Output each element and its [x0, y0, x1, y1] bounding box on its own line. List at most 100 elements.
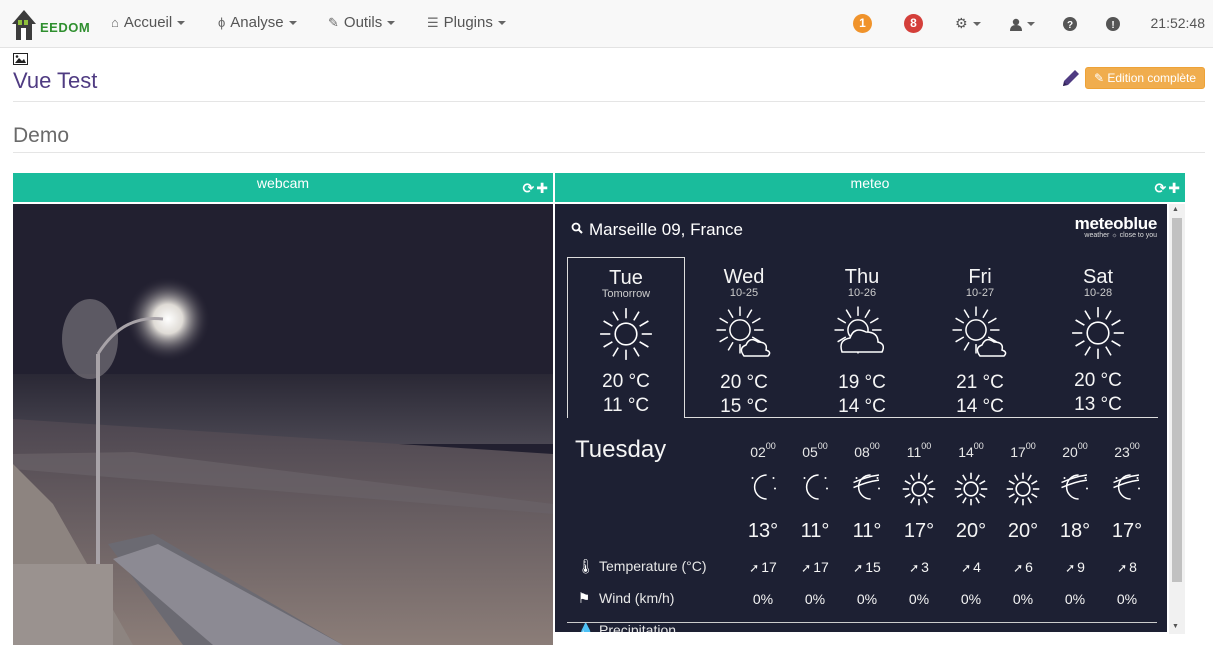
- hour-wind-value: 6: [1025, 559, 1033, 575]
- hour-wind-value: 9: [1077, 559, 1085, 575]
- hour-prec-value: 0%: [1012, 591, 1034, 607]
- hour-precipitation: 0%: [1053, 591, 1097, 607]
- menu-accueil[interactable]: ⌂ Accueil: [111, 0, 186, 46]
- thermometer-icon: 🌡: [577, 558, 595, 574]
- hour-precipitation: 0%: [845, 591, 889, 607]
- svg-text:!: !: [1111, 20, 1114, 31]
- hour-value: 14: [958, 444, 974, 460]
- notification-badge-error[interactable]: 8: [904, 14, 923, 33]
- day-name: Fri: [968, 266, 992, 288]
- refresh-icon[interactable]: ⟳: [1155, 178, 1167, 198]
- webcam-image[interactable]: [13, 204, 553, 645]
- hour-value: 02: [750, 444, 766, 460]
- help-button[interactable]: ?: [1063, 13, 1077, 33]
- pencil-icon[interactable]: [1060, 67, 1082, 89]
- wind-arrow-icon: ➚: [801, 561, 812, 575]
- minute-value: 00: [1129, 441, 1140, 451]
- day-max-temp: 20 °C: [602, 371, 650, 392]
- day-max-temp: 20 °C: [1074, 370, 1122, 391]
- location[interactable]: Marseille 09, France: [571, 220, 743, 240]
- hour-value: 11: [906, 444, 922, 460]
- hour-wind-value: 4: [973, 559, 981, 575]
- hour-temp-value: 17°: [1111, 520, 1143, 542]
- wind-arrow-icon: ➚: [909, 561, 920, 575]
- hour-wind-value: 17: [761, 559, 777, 575]
- hour-temperature: 17°: [897, 520, 941, 543]
- webcam-widget: webcam ⟳ ✚: [13, 173, 553, 645]
- webcam-widget-header: webcam ⟳ ✚: [13, 173, 553, 202]
- hour-temp-value: 20°: [1007, 520, 1039, 542]
- hour-wind-value: 3: [921, 559, 929, 575]
- hour-temp-value: 17°: [903, 520, 935, 542]
- forecast-day[interactable]: Sat 10-28 20 °C 13 °C: [1039, 257, 1157, 418]
- hour-temperature: 20°: [949, 520, 993, 543]
- hour-precipitation: 0%: [1001, 591, 1045, 607]
- menu-analyse[interactable]: ϕ Analyse: [218, 0, 297, 46]
- vertical-scrollbar[interactable]: ▲ ▼: [1169, 204, 1185, 634]
- meteo-frame[interactable]: Marseille 09, France meteoblue weather ☼…: [555, 204, 1185, 645]
- view-title: Vue Test: [13, 68, 98, 93]
- minute-value: 00: [869, 441, 880, 451]
- hour-precipitation: 0%: [793, 591, 837, 607]
- hour-temp-value: 13°: [747, 520, 779, 542]
- full-edit-button[interactable]: ✎ Edition complète: [1085, 67, 1205, 89]
- minute-value: 00: [973, 441, 984, 451]
- sun-cloud-icon: [921, 306, 1039, 367]
- scrollbar-thumb[interactable]: [1172, 218, 1182, 582]
- hour-wind: ➚ 3: [897, 559, 941, 575]
- wind-arrow-icon: ➚: [853, 561, 864, 575]
- hour-precipitation: 0%: [949, 591, 993, 607]
- notification-badge-warning[interactable]: 1: [853, 14, 872, 33]
- wind-label: Wind (km/h): [599, 590, 675, 606]
- settings-menu[interactable]: ⚙: [955, 13, 981, 33]
- precipitation-label: Precipitation: [599, 622, 677, 632]
- brand-tagline: weather ☼ close to you: [1084, 232, 1157, 239]
- minute-value: 00: [921, 441, 932, 451]
- question-icon: ?: [1063, 17, 1077, 32]
- location-name: Marseille 09, France: [589, 220, 744, 239]
- hour-wind-value: 8: [1129, 559, 1137, 575]
- hour-label: 1400: [949, 441, 993, 460]
- day-max-temp: 20 °C: [720, 372, 768, 393]
- meteo-widget: meteo ⟳ ✚ Marseille 09, France meteoblue …: [555, 173, 1185, 645]
- search-icon: [571, 222, 583, 234]
- caret-down-icon: [177, 21, 186, 26]
- hour-wind-value: 15: [865, 559, 881, 575]
- forecast-day[interactable]: Tue Tomorrow 20 °C 11 °C: [567, 257, 685, 418]
- alerts-button[interactable]: !: [1106, 13, 1120, 33]
- day-name: Wed: [723, 266, 765, 288]
- hour-value: 05: [802, 444, 818, 460]
- day-date: 10-27: [965, 287, 995, 299]
- gears-icon: ⚙: [955, 15, 968, 31]
- meteo-widget-title: meteo: [850, 175, 890, 191]
- droplet-icon: 💧: [577, 622, 595, 632]
- hour-temp-value: 20°: [955, 520, 987, 542]
- webcam-snapshot: [13, 204, 553, 645]
- flag-icon: ⚑: [577, 590, 591, 606]
- meteoblue-panel: Marseille 09, France meteoblue weather ☼…: [555, 204, 1167, 632]
- day-date: 10-25: [729, 287, 759, 299]
- scroll-down-arrow-icon[interactable]: ▼: [1172, 623, 1179, 630]
- hour-wind: ➚ 17: [793, 559, 837, 575]
- jeedom-logo[interactable]: EEDOM: [10, 6, 90, 42]
- exclamation-icon: !: [1106, 17, 1120, 32]
- hour-prec-value: 0%: [908, 591, 930, 607]
- forecast-day[interactable]: Wed 10-25 20 °C 15 °C: [685, 257, 803, 418]
- plus-icon[interactable]: ✚: [536, 178, 548, 198]
- scroll-up-arrow-icon[interactable]: ▲: [1172, 206, 1179, 213]
- user-menu[interactable]: [1010, 13, 1035, 33]
- meteoblue-brand[interactable]: meteoblue weather ☼ close to you: [1074, 214, 1158, 239]
- minute-value: 00: [817, 441, 828, 451]
- plus-icon[interactable]: ✚: [1168, 178, 1180, 198]
- hour-wind: ➚ 8: [1105, 559, 1149, 575]
- refresh-icon[interactable]: ⟳: [523, 178, 535, 198]
- clock: 21:52:48: [1150, 15, 1206, 31]
- user-icon: [1010, 18, 1022, 31]
- brand-name: meteoblue: [1074, 214, 1158, 233]
- moon-icon: [741, 472, 785, 506]
- forecast-day[interactable]: Thu 10-26 19 °C 14 °C: [803, 257, 921, 418]
- hour-label: 2300: [1105, 441, 1149, 460]
- menu-plugins[interactable]: ☰ Plugins: [427, 0, 506, 46]
- forecast-day[interactable]: Fri 10-27 21 °C 14 °C: [921, 257, 1039, 418]
- menu-outils[interactable]: ✎ Outils: [328, 0, 396, 46]
